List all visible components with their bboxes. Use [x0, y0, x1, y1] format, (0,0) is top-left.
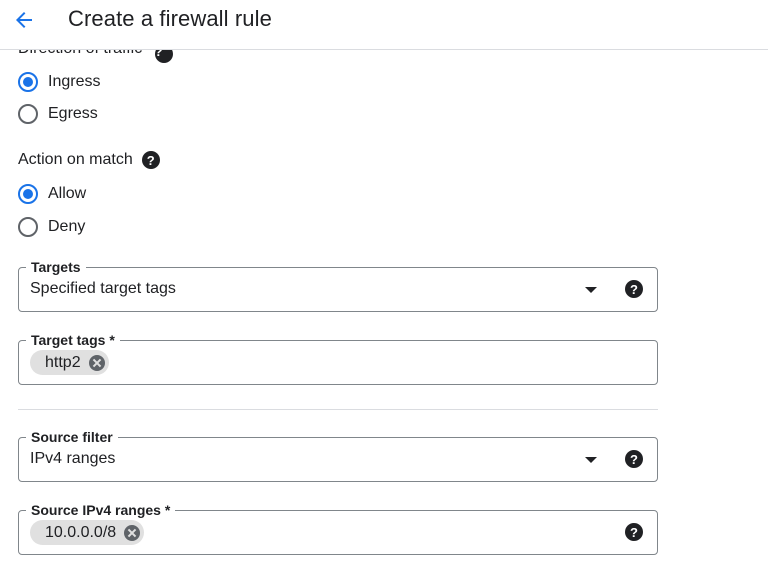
dropdown-arrow-icon[interactable]	[585, 457, 597, 463]
field-label: Source IPv4 ranges *	[26, 502, 176, 518]
radio-ingress[interactable]: Ingress	[18, 71, 100, 93]
dropdown-arrow-icon[interactable]	[585, 287, 597, 293]
radio-egress[interactable]: Egress	[18, 103, 98, 125]
field-label: Source filter	[26, 429, 118, 445]
radio-label: Egress	[48, 105, 98, 122]
help-icon[interactable]: ?	[625, 280, 643, 298]
chip-label: 10.0.0.0/8	[45, 523, 117, 541]
source-ranges-field[interactable]: Source IPv4 ranges * 10.0.0.0/8 ?	[18, 502, 658, 555]
select-value: IPv4 ranges	[30, 450, 116, 467]
radio-button-checked[interactable]	[18, 72, 38, 92]
action-title-text: Action on match	[18, 151, 133, 168]
section-divider	[18, 409, 658, 410]
field-label: Targets	[26, 259, 86, 275]
source-filter-select[interactable]: Source filter IPv4 ranges ?	[18, 429, 658, 482]
radio-button-checked[interactable]	[18, 184, 38, 204]
radio-label: Ingress	[48, 73, 101, 90]
chip-remove-icon[interactable]	[88, 354, 105, 371]
page-title: Create a firewall rule	[68, 6, 272, 31]
range-chip: 10.0.0.0/8	[30, 520, 145, 545]
page-header: Create a firewall rule	[0, 0, 768, 50]
tag-chip: http2	[30, 350, 109, 375]
radio-deny[interactable]: Deny	[18, 216, 85, 238]
radio-allow[interactable]: Allow	[18, 183, 86, 205]
field-label: Target tags *	[26, 332, 120, 348]
action-section-title: Action on match ?	[18, 151, 160, 169]
back-button[interactable]	[8, 4, 40, 36]
targets-select[interactable]: Targets Specified target tags ?	[18, 259, 658, 312]
radio-button[interactable]	[18, 104, 38, 124]
chip-remove-icon[interactable]	[124, 524, 141, 541]
radio-label: Allow	[48, 185, 87, 202]
select-value: Specified target tags	[30, 280, 176, 297]
chip-label: http2	[45, 353, 81, 371]
radio-label: Deny	[48, 218, 86, 235]
help-icon[interactable]: ?	[625, 450, 643, 468]
help-icon[interactable]: ?	[141, 151, 160, 169]
target-tags-field[interactable]: Target tags * http2	[18, 332, 658, 385]
help-icon[interactable]: ?	[625, 523, 643, 541]
radio-button[interactable]	[18, 217, 38, 237]
arrow-back-icon	[16, 12, 32, 28]
